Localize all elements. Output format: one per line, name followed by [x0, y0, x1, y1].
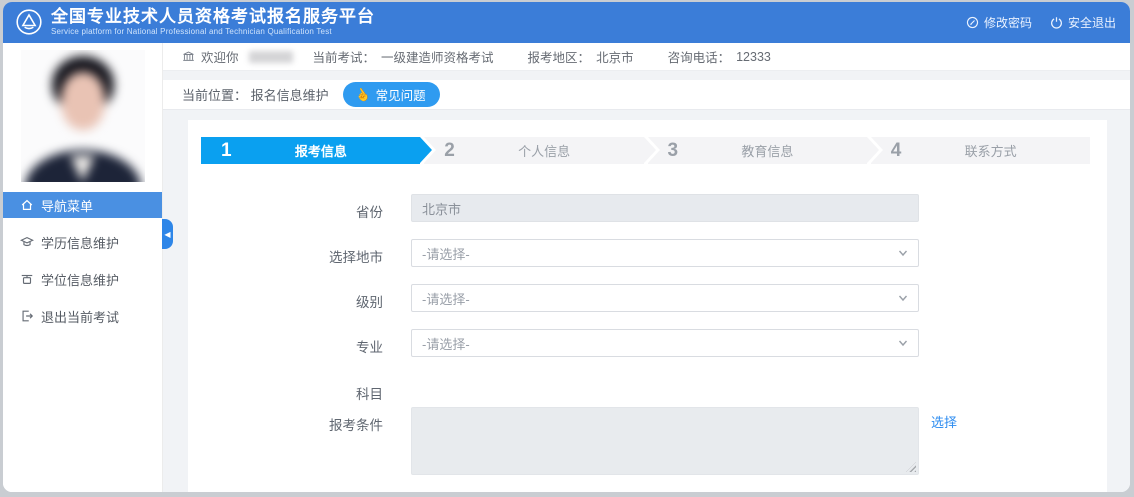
faq-button-label: 常见问题	[376, 85, 426, 104]
chevron-down-icon	[898, 248, 908, 258]
platform-logo-icon	[15, 8, 43, 36]
city-select[interactable]: -请选择-	[411, 239, 919, 267]
sidebar-item-label: 学历信息维护	[41, 233, 119, 252]
power-icon	[1050, 16, 1063, 29]
conditions-select-link[interactable]: 选择	[931, 412, 957, 431]
major-select[interactable]: -请选择-	[411, 329, 919, 357]
breadcrumb-value: 报名信息维护	[251, 88, 329, 103]
welcome-bar: 欢迎你 当前考试： 一级建造师资格考试 报考地区： 北京市 咨询电话： 1233…	[163, 43, 1130, 71]
subject-label: 科目	[199, 383, 411, 403]
hotline-value: 12333	[736, 50, 771, 64]
home-icon	[20, 198, 34, 212]
conditions-textarea	[411, 407, 919, 475]
province-field	[411, 194, 919, 222]
edit-circle-icon	[966, 16, 979, 29]
sidebar-item-label: 退出当前考试	[41, 307, 119, 326]
step-contact-info[interactable]: 4 联系方式	[871, 137, 1090, 164]
main-content: 欢迎你 当前考试： 一级建造师资格考试 报考地区： 北京市 咨询电话： 1233…	[163, 43, 1130, 492]
city-select-value: -请选择-	[422, 244, 470, 263]
faq-button[interactable]: ☝ 常见问题	[343, 82, 440, 107]
change-password-label: 修改密码	[984, 14, 1032, 31]
current-exam-value: 一级建造师资格考试	[381, 47, 494, 66]
resize-handle-icon[interactable]	[906, 462, 916, 472]
breadcrumb-bar: 当前位置： 报名信息维护 ☝ 常见问题	[163, 80, 1130, 110]
sidebar-item-navigation-menu[interactable]: 导航菜单	[3, 192, 162, 218]
change-password-button[interactable]: 修改密码	[966, 14, 1032, 31]
wizard-stepper: 1 报考信息 2 个人信息 3 教育信息 4 联系方式	[201, 137, 1094, 164]
sidebar: 导航菜单 学历信息维护 学位信息维护	[3, 43, 163, 492]
province-label: 省份	[199, 194, 411, 221]
level-select[interactable]: -请选择-	[411, 284, 919, 312]
safe-logout-label: 安全退出	[1068, 14, 1116, 31]
step-label: 报考信息	[232, 141, 421, 160]
step-personal-info[interactable]: 2 个人信息	[424, 137, 643, 164]
city-label: 选择地市	[199, 239, 411, 266]
header-bar: 全国专业技术人员资格考试报名服务平台 Service platform for …	[3, 2, 1130, 43]
step-label: 个人信息	[455, 141, 644, 160]
step-number: 1	[201, 140, 232, 162]
step-label: 教育信息	[678, 141, 867, 160]
chevron-down-icon	[898, 293, 908, 303]
region-label: 报考地区：	[528, 47, 591, 66]
breadcrumb-label: 当前位置：	[182, 88, 247, 103]
redacted-username	[249, 51, 293, 63]
greeting-label: 欢迎你	[201, 47, 239, 66]
step-registration-info[interactable]: 1 报考信息	[201, 137, 420, 164]
registration-form: 省份 选择地市 -请选择-	[199, 194, 1096, 475]
sidebar-item-label: 导航菜单	[41, 196, 93, 215]
sidebar-item-exit-current-exam[interactable]: 退出当前考试	[3, 303, 162, 329]
level-select-value: -请选择-	[422, 289, 470, 308]
pointing-hand-icon: ☝	[352, 85, 372, 105]
degree-icon	[20, 272, 34, 286]
registration-form-card: 1 报考信息 2 个人信息 3 教育信息 4 联系方式	[188, 120, 1107, 492]
conditions-label: 报考条件	[199, 407, 411, 434]
brand: 全国专业技术人员资格考试报名服务平台 Service platform for …	[15, 8, 375, 37]
page-title: 全国专业技术人员资格考试报名服务平台	[51, 8, 375, 27]
current-exam-label: 当前考试：	[313, 47, 376, 66]
major-label: 专业	[199, 329, 411, 356]
institution-icon	[182, 50, 195, 63]
applicant-photo	[21, 50, 145, 182]
app-window: 全国专业技术人员资格考试报名服务平台 Service platform for …	[3, 2, 1130, 492]
education-icon	[20, 235, 34, 249]
step-education-info[interactable]: 3 教育信息	[648, 137, 867, 164]
breadcrumb: 当前位置： 报名信息维护	[182, 85, 329, 104]
sidebar-item-degree-info[interactable]: 学位信息维护	[3, 266, 162, 292]
safe-logout-button[interactable]: 安全退出	[1050, 14, 1116, 31]
level-label: 级别	[199, 284, 411, 311]
sidebar-item-education-info[interactable]: 学历信息维护	[3, 229, 162, 255]
hotline-label: 咨询电话：	[668, 47, 731, 66]
major-select-value: -请选择-	[422, 334, 470, 353]
region-value: 北京市	[596, 47, 634, 66]
page-subtitle: Service platform for National Profession…	[51, 28, 375, 37]
logout-icon	[20, 309, 34, 323]
chevron-down-icon	[898, 338, 908, 348]
sidebar-collapse-toggle[interactable]: ◀	[162, 219, 173, 249]
sidebar-item-label: 学位信息维护	[41, 270, 119, 289]
step-label: 联系方式	[901, 141, 1090, 160]
